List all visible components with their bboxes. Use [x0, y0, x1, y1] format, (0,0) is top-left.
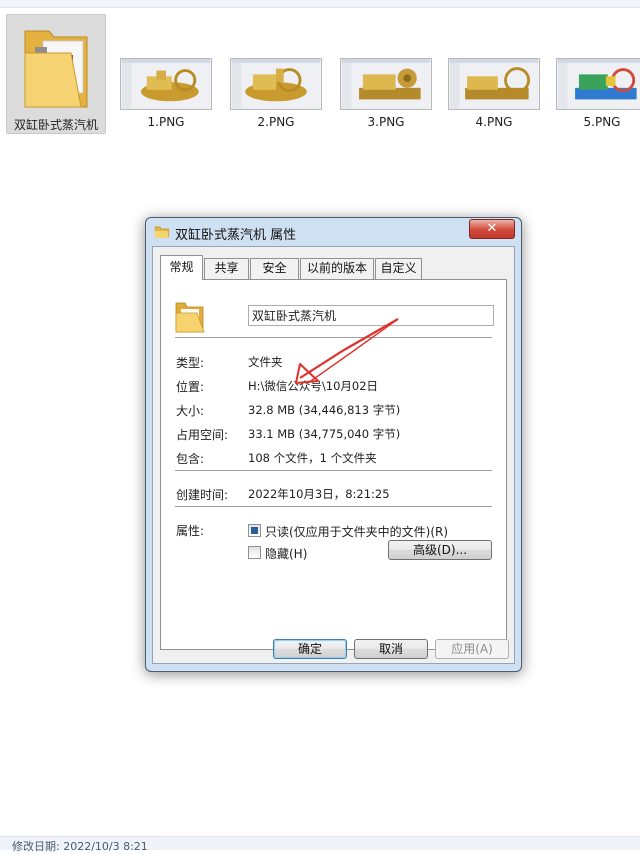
engine-thumbnail-4-icon: [448, 58, 540, 110]
contains-value: 108 个文件，1 个文件夹: [248, 451, 377, 465]
separator: [175, 337, 492, 339]
explorer-top-band: [0, 0, 640, 8]
file-label-5: 5.PNG: [583, 115, 621, 129]
hidden-label[interactable]: 隐藏(H): [265, 545, 307, 562]
contains-label: 包含:: [176, 452, 205, 466]
size-on-disk-value: 33.1 MB (34,775,040 字节): [248, 427, 401, 441]
close-icon: ✕: [486, 221, 498, 236]
size-label: 大小:: [176, 404, 205, 418]
file-item-4png[interactable]: 4.PNG: [444, 14, 544, 134]
tab-previous-versions[interactable]: 以前的版本: [300, 258, 374, 279]
ok-button[interactable]: 确定: [273, 639, 347, 659]
file-item-3png[interactable]: 3.PNG: [336, 14, 436, 134]
readonly-label[interactable]: 只读(仅应用于文件夹中的文件)(R): [265, 523, 448, 540]
file-item-2png[interactable]: 2.PNG: [226, 14, 326, 134]
advanced-button[interactable]: 高级(D)...: [388, 540, 492, 560]
folder-item-label: 双缸卧式蒸汽机: [13, 118, 98, 132]
location-value: H:\微信公众号\10月02日: [248, 379, 379, 393]
dialog-client-area: 常规 共享 安全 以前的版本 自定义 类型: 文件夹 位置: H:\微信公众号\…: [152, 246, 515, 664]
cancel-button[interactable]: 取消: [354, 639, 428, 659]
tab-security[interactable]: 安全: [250, 258, 299, 279]
folder-icon: [24, 30, 88, 108]
apply-button[interactable]: 应用(A): [435, 639, 509, 659]
hidden-checkbox[interactable]: [248, 546, 261, 559]
indeterminate-mark-icon: [251, 527, 258, 534]
separator: [175, 470, 492, 472]
folder-name-input[interactable]: [248, 305, 494, 326]
tab-customize[interactable]: 自定义: [375, 258, 422, 279]
size-on-disk-label: 占用空间:: [176, 428, 229, 442]
file-label-1: 1.PNG: [147, 115, 185, 129]
modified-date-text: 修改日期: 2022/10/3 8:21: [12, 840, 148, 853]
readonly-checkbox[interactable]: [248, 524, 261, 537]
engine-thumbnail-5-icon: [556, 58, 640, 110]
folder-icon: [155, 226, 169, 238]
file-label-4: 4.PNG: [475, 115, 513, 129]
created-label: 创建时间:: [176, 488, 229, 502]
file-item-1png[interactable]: 1.PNG: [116, 14, 216, 134]
dialog-titlebar[interactable]: 双缸卧式蒸汽机 属性 ✕: [146, 218, 521, 246]
size-value: 32.8 MB (34,446,813 字节): [248, 403, 401, 417]
folder-item-steam-engine[interactable]: 双缸卧式蒸汽机: [6, 14, 106, 134]
dialog-title: 双缸卧式蒸汽机 属性: [175, 228, 297, 243]
attributes-label: 属性:: [176, 524, 205, 538]
general-tab-panel: 类型: 文件夹 位置: H:\微信公众号\10月02日 大小: 32.8 MB …: [160, 279, 507, 650]
file-item-5png[interactable]: 5.PNG: [552, 14, 640, 134]
created-value: 2022年10月3日，8:21:25: [248, 487, 390, 501]
location-label: 位置:: [176, 380, 205, 394]
folder-icon: [175, 302, 205, 333]
type-value: 文件夹: [248, 355, 283, 369]
file-label-3: 3.PNG: [367, 115, 405, 129]
type-label: 类型:: [176, 356, 205, 370]
close-button[interactable]: ✕: [469, 219, 515, 239]
tab-general[interactable]: 常规: [160, 255, 203, 280]
engine-thumbnail-2-icon: [230, 58, 322, 110]
tab-sharing[interactable]: 共享: [204, 258, 249, 279]
status-bar: 修改日期: 2022/10/3 8:21: [0, 836, 640, 853]
file-label-2: 2.PNG: [257, 115, 295, 129]
separator: [175, 506, 492, 508]
engine-thumbnail-1-icon: [120, 58, 212, 110]
properties-dialog: 双缸卧式蒸汽机 属性 ✕ 常规 共享 安全 以前的版本 自定义 类型: 文件夹 …: [145, 217, 522, 672]
engine-thumbnail-3-icon: [340, 58, 432, 110]
